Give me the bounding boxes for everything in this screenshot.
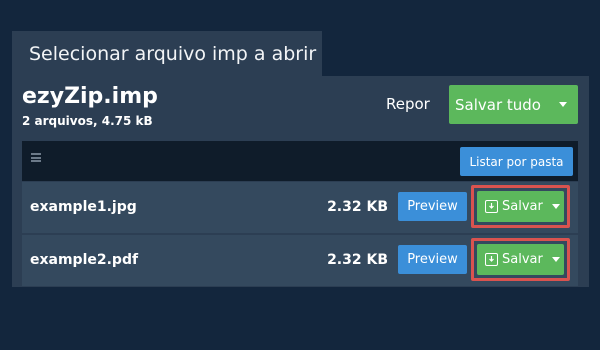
file-name: example1.jpg <box>30 199 137 215</box>
save-highlight: Salvar <box>471 238 570 281</box>
save-all-button[interactable]: Salvar tudo <box>449 96 547 114</box>
archive-panel: ezyZip.imp 2 arquivos, 4.75 kB Repor Sal… <box>12 76 589 287</box>
file-size: 2.32 KB <box>327 199 388 215</box>
save-button-label: Salvar <box>502 252 543 267</box>
archive-name: ezyZip.imp <box>22 84 158 109</box>
download-icon <box>485 200 498 213</box>
dialog-title: Selecionar arquivo imp a abrir <box>29 43 317 65</box>
archive-info: 2 arquivos, 4.75 kB <box>22 114 153 128</box>
save-dropdown-toggle[interactable] <box>547 244 564 275</box>
preview-button[interactable]: Preview <box>398 192 467 221</box>
file-row: example2.pdf 2.32 KB Preview Salvar <box>22 235 578 286</box>
download-icon <box>485 253 498 266</box>
chevron-down-icon <box>558 102 567 107</box>
save-button-label: Salvar <box>502 199 543 214</box>
file-list-toolbar: Listar por pasta <box>22 141 578 181</box>
file-name: example2.pdf <box>30 252 139 268</box>
save-button-group: Salvar <box>477 244 564 275</box>
reset-link[interactable]: Repor <box>386 95 430 113</box>
dialog-title-tab: Selecionar arquivo imp a abrir <box>12 31 322 77</box>
menu-icon[interactable] <box>31 153 41 162</box>
save-all-dropdown-toggle[interactable] <box>547 85 578 124</box>
save-button-group: Salvar <box>477 191 564 222</box>
save-highlight: Salvar <box>471 185 570 228</box>
save-button[interactable]: Salvar <box>477 199 547 214</box>
chevron-down-icon <box>551 204 560 209</box>
save-button[interactable]: Salvar <box>477 252 547 267</box>
list-by-folder-button[interactable]: Listar por pasta <box>460 147 573 176</box>
file-size: 2.32 KB <box>327 252 388 268</box>
file-row: example1.jpg 2.32 KB Preview Salvar <box>22 182 578 233</box>
save-all-button-group: Salvar tudo <box>449 85 578 124</box>
save-dropdown-toggle[interactable] <box>547 191 564 222</box>
chevron-down-icon <box>551 257 560 262</box>
preview-button[interactable]: Preview <box>398 245 467 274</box>
